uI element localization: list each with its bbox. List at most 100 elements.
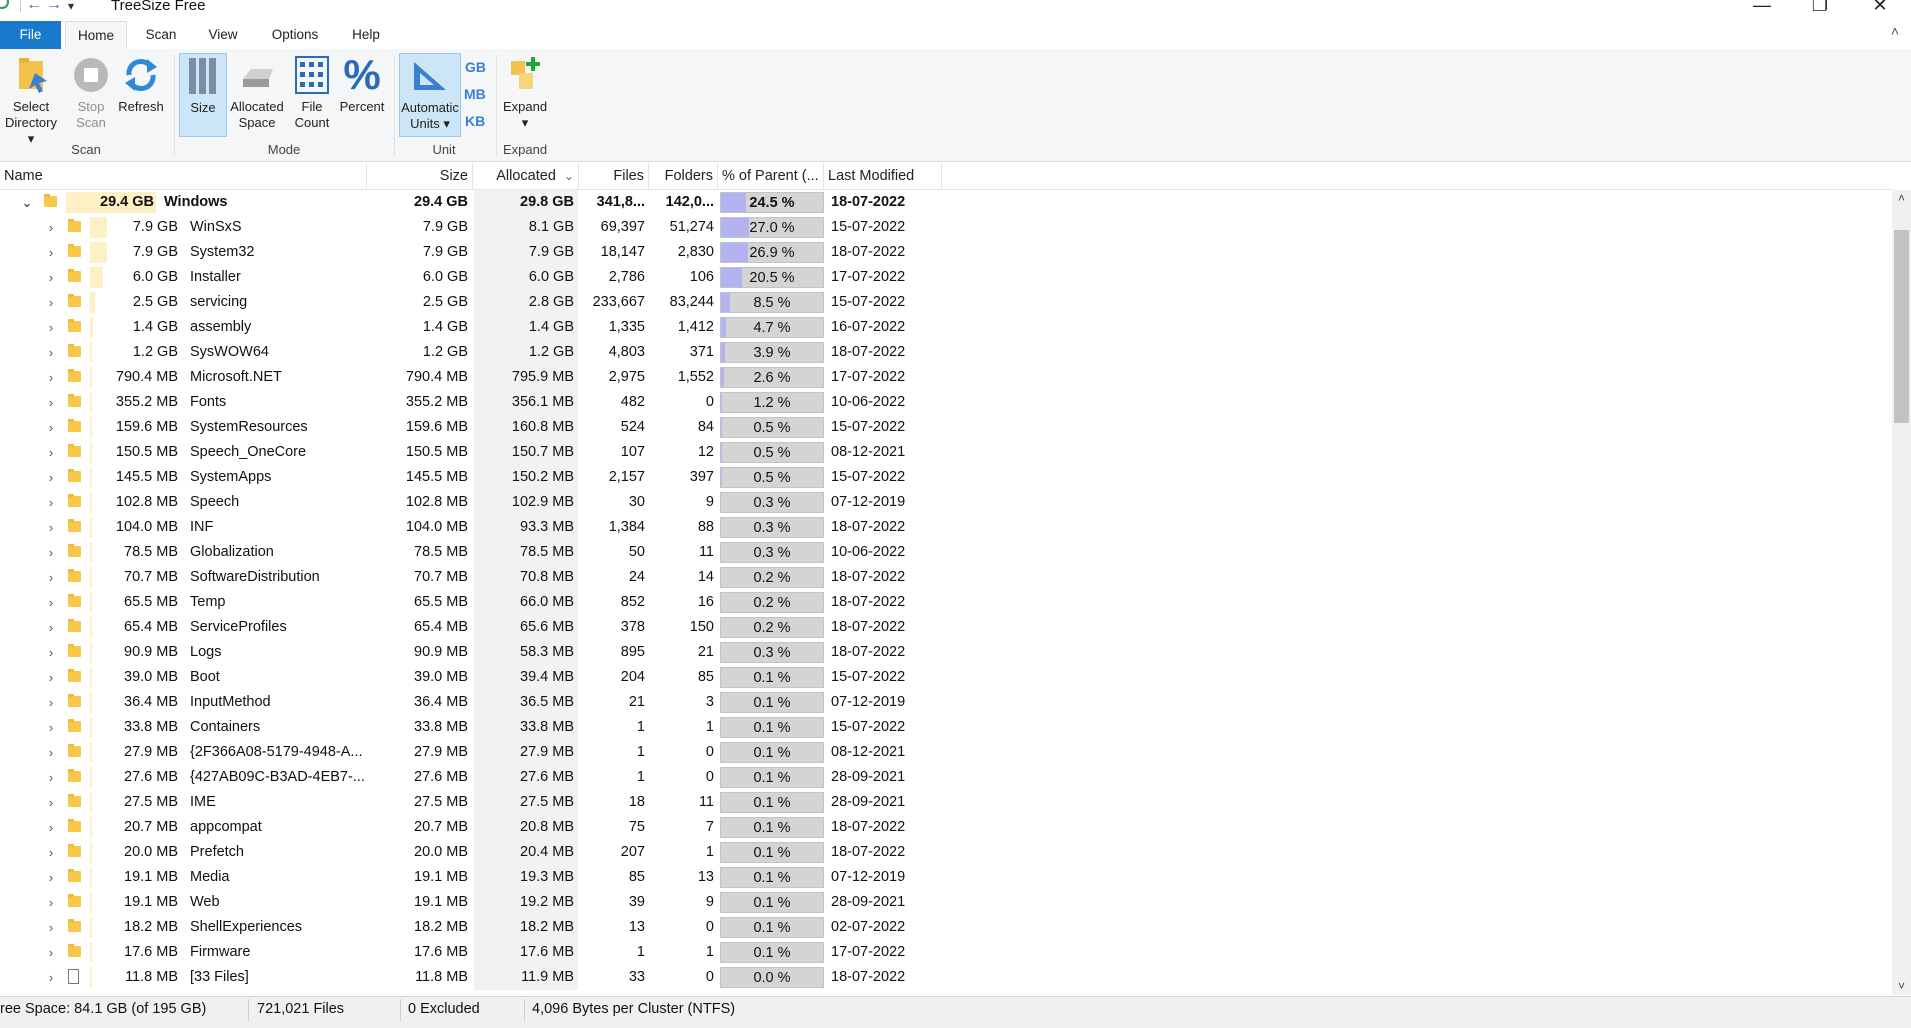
expand-chevron-icon[interactable]: › — [44, 690, 58, 715]
item-name[interactable]: ShellExperiences — [190, 915, 365, 940]
expand-chevron-icon[interactable]: › — [44, 765, 58, 790]
tree-row[interactable]: › 70.7 MB SoftwareDistribution 70.7 MB 70.8 … — [0, 565, 1892, 590]
tree-row[interactable]: › 19.1 MB Media 19.1 MB 19.3 MB 85 13 0.1 % 07-1… — [0, 865, 1892, 890]
item-name[interactable]: SystemResources — [190, 415, 365, 440]
expand-chevron-icon[interactable]: › — [44, 815, 58, 840]
tree-row[interactable]: › 27.5 MB IME 27.5 MB 27.5 MB 18 11 0.1 % 28-09-… — [0, 790, 1892, 815]
column-files[interactable]: Files — [579, 163, 649, 189]
expand-chevron-icon[interactable]: › — [44, 590, 58, 615]
item-name[interactable]: IME — [190, 790, 365, 815]
tree-row[interactable]: › 19.1 MB Web 19.1 MB 19.2 MB 39 9 0.1 % 28-09-2… — [0, 890, 1892, 915]
unit-gb-button[interactable]: GB — [465, 59, 486, 75]
tree-row[interactable]: › 1.2 GB SysWOW64 1.2 GB 1.2 GB 4,803 371 3.9 %… — [0, 340, 1892, 365]
expand-chevron-icon[interactable]: › — [44, 240, 58, 265]
tab-file[interactable]: File — [0, 21, 61, 49]
column-allocated[interactable]: Allocated ⌄ — [473, 163, 579, 189]
tab-view[interactable]: View — [198, 21, 248, 49]
tree-row[interactable]: › 20.0 MB Prefetch 20.0 MB 20.4 MB 207 1 0.1 % 1… — [0, 840, 1892, 865]
close-button[interactable]: ✕ — [1860, 0, 1900, 16]
expand-chevron-icon[interactable]: › — [44, 740, 58, 765]
column-last-modified[interactable]: Last Modified — [824, 163, 942, 189]
tree-row[interactable]: › 18.2 MB ShellExperiences 18.2 MB 18.2 MB 13… — [0, 915, 1892, 940]
item-name[interactable]: Prefetch — [190, 840, 365, 865]
tab-scan[interactable]: Scan — [136, 21, 186, 49]
tree-row[interactable]: › 2.5 GB servicing 2.5 GB 2.8 GB 233,667 83,24… — [0, 290, 1892, 315]
scroll-down-arrow-icon[interactable]: ˅ — [1892, 978, 1911, 995]
item-name[interactable]: Installer — [190, 265, 365, 290]
item-name[interactable]: Speech — [190, 490, 365, 515]
item-name[interactable]: SystemApps — [190, 465, 365, 490]
item-name[interactable]: Containers — [190, 715, 365, 740]
expand-chevron-icon[interactable]: › — [44, 215, 58, 240]
tree-row[interactable]: › 104.0 MB INF 104.0 MB 93.3 MB 1,384 88 0.3 % 1… — [0, 515, 1892, 540]
scroll-up-arrow-icon[interactable]: ˄ — [1892, 190, 1911, 207]
tree-row[interactable]: › 17.6 MB Firmware 17.6 MB 17.6 MB 1 1 0.1 % 17-… — [0, 940, 1892, 965]
item-name[interactable]: Firmware — [190, 940, 365, 965]
expand-chevron-icon[interactable]: › — [44, 615, 58, 640]
tree-row[interactable]: › 145.5 MB SystemApps 145.5 MB 150.2 MB 2,157… — [0, 465, 1892, 490]
item-name[interactable]: System32 — [190, 240, 365, 265]
item-name[interactable]: assembly — [190, 315, 365, 340]
automatic-units-button[interactable]: Automatic Units ▾ — [399, 53, 461, 137]
tree-row[interactable]: › 65.4 MB ServiceProfiles 65.4 MB 65.6 MB 378… — [0, 615, 1892, 640]
tab-home[interactable]: Home — [65, 21, 127, 51]
item-name[interactable]: InputMethod — [190, 690, 365, 715]
item-name[interactable]: INF — [190, 515, 365, 540]
expand-chevron-icon[interactable]: › — [44, 965, 58, 990]
expand-chevron-icon[interactable]: › — [44, 340, 58, 365]
stop-scan-button[interactable]: Stop Scan — [70, 53, 112, 131]
tree-row[interactable]: › 11.8 MB [33 Files] 11.8 MB 11.9 MB 33 0 0.0 %… — [0, 965, 1892, 990]
tree-row[interactable]: › 7.9 GB WinSxS 7.9 GB 8.1 GB 69,397 51,274 27.… — [0, 215, 1892, 240]
expand-chevron-icon[interactable]: › — [44, 490, 58, 515]
item-name[interactable]: Logs — [190, 640, 365, 665]
quick-access-dropdown-icon[interactable]: ▾ — [68, 0, 74, 13]
item-name[interactable]: Windows — [164, 190, 364, 215]
tree-row[interactable]: › 36.4 MB InputMethod 36.4 MB 36.5 MB 21 3 0.1 … — [0, 690, 1892, 715]
expand-chevron-icon[interactable]: › — [44, 890, 58, 915]
expand-chevron-icon[interactable]: › — [44, 640, 58, 665]
expand-chevron-icon[interactable]: › — [44, 565, 58, 590]
tree-row[interactable]: › 65.5 MB Temp 65.5 MB 66.0 MB 852 16 0.2 % 18-0… — [0, 590, 1892, 615]
expand-chevron-icon[interactable]: › — [44, 415, 58, 440]
item-name[interactable]: Media — [190, 865, 365, 890]
expand-chevron-icon[interactable]: › — [44, 315, 58, 340]
tree-row[interactable]: › 790.4 MB Microsoft.NET 790.4 MB 795.9 MB 2,… — [0, 365, 1892, 390]
expand-chevron-icon[interactable]: › — [44, 440, 58, 465]
tree-row[interactable]: › 150.5 MB Speech_OneCore 150.5 MB 150.7 MB 1… — [0, 440, 1892, 465]
item-name[interactable]: {427AB09C-B3AD-4EB7-... — [190, 765, 365, 790]
column-size[interactable]: Size — [367, 163, 473, 189]
tree-row[interactable]: › 39.0 MB Boot 39.0 MB 39.4 MB 204 85 0.1 % 15-0… — [0, 665, 1892, 690]
back-arrow-icon[interactable]: ← — [26, 0, 42, 14]
item-name[interactable]: Boot — [190, 665, 365, 690]
tab-help[interactable]: Help — [340, 21, 392, 49]
item-name[interactable]: {2F366A08-5179-4948-A... — [190, 740, 365, 765]
expand-chevron-icon[interactable]: › — [44, 265, 58, 290]
unit-kb-button[interactable]: KB — [465, 113, 485, 129]
item-name[interactable]: Fonts — [190, 390, 365, 415]
vertical-scrollbar[interactable]: ˄ ˅ — [1892, 190, 1911, 995]
item-name[interactable]: WinSxS — [190, 215, 365, 240]
item-name[interactable]: [33 Files] — [190, 965, 365, 990]
unit-mb-button[interactable]: MB — [464, 86, 486, 102]
collapse-ribbon-icon[interactable]: ˄ — [1891, 23, 1899, 39]
file-count-button[interactable]: File Count — [290, 53, 334, 131]
select-directory-button[interactable]: Select Directory ▾ — [0, 53, 62, 147]
tree-row[interactable]: › 6.0 GB Installer 6.0 GB 6.0 GB 2,786 106 20.5… — [0, 265, 1892, 290]
forward-arrow-icon[interactable]: → — [46, 0, 62, 14]
scrollbar-thumb[interactable] — [1894, 230, 1909, 423]
tree-row[interactable]: › 90.9 MB Logs 90.9 MB 58.3 MB 895 21 0.3 % 18-0… — [0, 640, 1892, 665]
expand-chevron-icon[interactable]: › — [44, 365, 58, 390]
minimize-button[interactable]: — — [1742, 0, 1782, 16]
tree-row[interactable]: › 27.6 MB {427AB09C-B3AD-4EB7-... 27.6 MB 27… — [0, 765, 1892, 790]
expand-chevron-icon[interactable]: › — [44, 915, 58, 940]
item-name[interactable]: Globalization — [190, 540, 365, 565]
collapse-chevron-icon[interactable]: ⌄ — [20, 190, 34, 215]
tree-row[interactable]: › 159.6 MB SystemResources 159.6 MB 160.8 MB… — [0, 415, 1892, 440]
tree-row[interactable]: › 33.8 MB Containers 33.8 MB 33.8 MB 1 1 0.1 % 1… — [0, 715, 1892, 740]
refresh-button[interactable]: Refresh — [116, 53, 166, 115]
item-name[interactable]: ServiceProfiles — [190, 615, 365, 640]
expand-chevron-icon[interactable]: › — [44, 790, 58, 815]
tree-row[interactable]: › 20.7 MB appcompat 20.7 MB 20.8 MB 75 7 0.1 % 1… — [0, 815, 1892, 840]
expand-chevron-icon[interactable]: › — [44, 715, 58, 740]
item-name[interactable]: servicing — [190, 290, 365, 315]
